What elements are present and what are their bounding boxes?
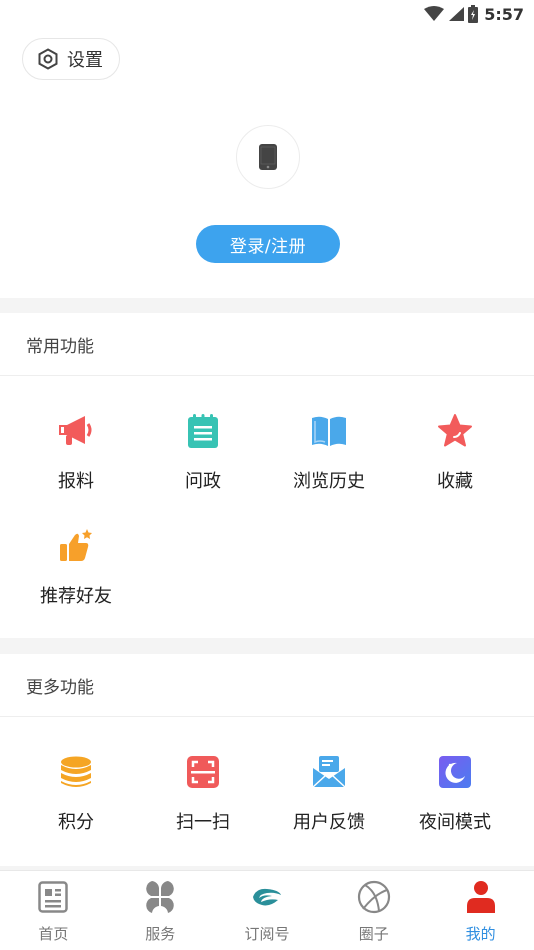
common-functions-section: 常用功能 报料 问政 浏览历史 收藏 推荐好友: [0, 313, 534, 638]
settings-button[interactable]: 设置: [22, 38, 120, 80]
more-functions-section: 更多功能 积分 扫一扫 用户反馈 夜间模式: [0, 654, 534, 866]
tab-services[interactable]: 服务: [107, 871, 214, 950]
night-mode-item[interactable]: 夜间模式: [388, 752, 522, 852]
favorites-item[interactable]: 收藏: [388, 411, 522, 511]
wifi-icon: [424, 6, 445, 21]
report-item[interactable]: 报料: [9, 411, 143, 511]
notepad-icon: [188, 414, 218, 448]
phone-icon: [259, 144, 277, 170]
tab-services-label: 服务: [145, 925, 176, 943]
thumbs-up-icon: [60, 529, 92, 561]
tab-subscriptions[interactable]: 订阅号: [214, 871, 321, 950]
history-label: 浏览历史: [293, 471, 365, 492]
history-item[interactable]: 浏览历史: [262, 411, 396, 511]
tab-home-label: 首页: [38, 925, 69, 943]
feedback-label: 用户反馈: [293, 812, 365, 833]
tab-circle[interactable]: 圈子: [320, 871, 427, 950]
more-functions-title: 更多功能: [0, 654, 534, 717]
news-icon: [38, 881, 69, 913]
grid-icon: [146, 881, 174, 913]
points-item[interactable]: 积分: [9, 752, 143, 852]
signal-icon: [449, 7, 465, 21]
status-bar: 5:57: [0, 0, 534, 28]
star-icon: [438, 414, 472, 447]
scan-icon: [187, 756, 219, 788]
coins-icon: [61, 756, 91, 787]
moon-icon: [439, 756, 471, 788]
feedback-item[interactable]: 用户反馈: [262, 752, 396, 852]
envelope-icon: [312, 756, 346, 788]
inquiry-label: 问政: [185, 471, 221, 492]
book-icon: [312, 416, 346, 446]
tab-home[interactable]: 首页: [0, 871, 107, 950]
profile-header: 设置 登录/注册: [0, 28, 534, 298]
avatar[interactable]: [236, 125, 300, 189]
scan-item[interactable]: 扫一扫: [136, 752, 270, 852]
inquiry-item[interactable]: 问政: [136, 411, 270, 511]
status-time: 5:57: [484, 4, 524, 24]
recommend-friends-item[interactable]: 推荐好友: [9, 526, 143, 626]
settings-label: 设置: [67, 50, 103, 71]
login-register-button[interactable]: 登录/注册: [196, 225, 340, 263]
bottom-tab-bar: 首页 服务 订阅号 圈子 我的: [0, 870, 534, 950]
login-register-label: 登录/注册: [229, 236, 307, 257]
status-icons: [424, 5, 479, 23]
scan-label: 扫一扫: [176, 812, 230, 833]
tab-circle-label: 圈子: [358, 925, 389, 943]
subscribe-icon: [252, 888, 281, 906]
megaphone-icon: [59, 416, 92, 445]
favorites-label: 收藏: [437, 471, 473, 492]
tab-subscriptions-label: 订阅号: [244, 925, 290, 943]
night-mode-label: 夜间模式: [419, 812, 491, 833]
tab-mine[interactable]: 我的: [427, 871, 534, 950]
settings-hexagon-icon: [38, 48, 58, 70]
report-label: 报料: [58, 471, 94, 492]
tab-mine-label: 我的: [465, 925, 496, 943]
points-label: 积分: [58, 812, 94, 833]
recommend-friends-label: 推荐好友: [40, 586, 112, 607]
common-functions-title: 常用功能: [0, 313, 534, 376]
battery-icon: [468, 5, 479, 23]
person-icon: [466, 881, 495, 913]
circle-icon: [357, 880, 390, 914]
